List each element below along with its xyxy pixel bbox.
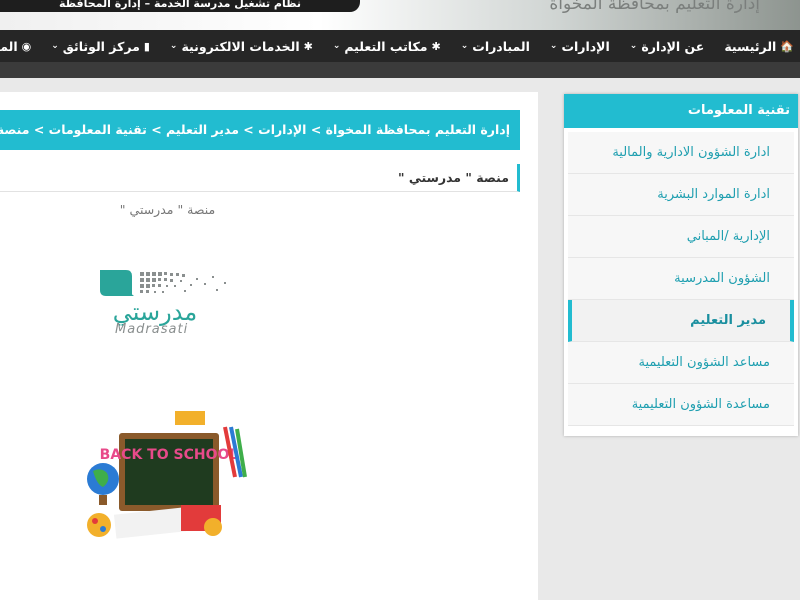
sidebar: تقنية المعلومات ادارة الشؤون الادارية وا… bbox=[564, 94, 798, 436]
gear-icon: ✱ bbox=[431, 39, 441, 53]
chevron-down-icon: ⌄ bbox=[460, 41, 469, 51]
gear-icon: ✱ bbox=[303, 39, 313, 53]
nav-item-label: مركز الوثائق bbox=[62, 38, 140, 54]
nav-item-label: المبادرات bbox=[472, 38, 530, 54]
back-to-school-illustration: BACK TO SCHOOL bbox=[85, 407, 250, 547]
nav-item-label: عن الإدارة bbox=[641, 38, 705, 54]
sidebar-item-4[interactable]: مدير التعليم bbox=[568, 300, 794, 342]
nav-item-label: مكاتب التعليم bbox=[344, 38, 428, 54]
nav-item-7[interactable]: ◉المـ bbox=[0, 39, 31, 54]
nav-item-0[interactable]: 🏠 الرئيسية bbox=[724, 39, 794, 54]
chevron-down-icon: ⌄ bbox=[629, 41, 638, 51]
nav-item-5[interactable]: ✱ الخدمات الالكترونية ⌄ bbox=[170, 39, 313, 54]
site-header: نظام تشغيل مدرسة الخدمة – إدارة المحافظة… bbox=[0, 0, 800, 30]
eye-icon: ◉ bbox=[21, 39, 32, 53]
navbar-shadow-stripe bbox=[0, 62, 800, 78]
chevron-down-icon: ⌄ bbox=[51, 41, 59, 51]
nav-item-2[interactable]: الإدارات ⌄ bbox=[550, 39, 610, 54]
madrasati-logo-subtext: Madrasati bbox=[115, 322, 189, 337]
sidebar-item-1[interactable]: ادارة الموارد البشرية bbox=[568, 174, 794, 216]
main-content: إدارة التعليم بمحافظة المخواة > الإدارات… bbox=[0, 92, 538, 600]
nav-item-4[interactable]: ✱ مكاتب التعليم ⌄ bbox=[333, 39, 441, 54]
sidebar-item-6[interactable]: مساعدة الشؤون التعليمية bbox=[568, 384, 794, 426]
chevron-down-icon: ⌄ bbox=[332, 41, 341, 51]
home-icon: 🏠 bbox=[780, 39, 794, 53]
sidebar-item-2[interactable]: الإدارية /المباني bbox=[568, 216, 794, 258]
nav-item-3[interactable]: المبادرات ⌄ bbox=[461, 39, 530, 54]
page-title: منصة " مدرستي " bbox=[0, 164, 520, 192]
nav-item-label: الرئيسية bbox=[724, 38, 777, 54]
illustration-text: BACK TO SCHOOL bbox=[100, 447, 239, 463]
breadcrumb[interactable]: إدارة التعليم بمحافظة المخواة > الإدارات… bbox=[0, 110, 520, 150]
nav-item-6[interactable]: ▮ مركز الوثائق ⌄ bbox=[51, 39, 150, 54]
header-banner-left: نظام تشغيل مدرسة الخدمة – إدارة المحافظة bbox=[0, 0, 360, 12]
main-navbar: 🏠 الرئيسية عن الإدارة ⌄ الإدارات ⌄ المبادرات ⌄ ✱… bbox=[0, 30, 800, 62]
madrasati-logo-mark bbox=[100, 270, 226, 296]
content-subtitle: منصة " مدرستي " bbox=[119, 202, 216, 217]
sidebar-title: تقنية المعلومات bbox=[564, 94, 798, 128]
chevron-down-icon: ⌄ bbox=[169, 41, 178, 51]
nav-item-label: الخدمات الالكترونية bbox=[181, 38, 300, 54]
nav-item-label: المـ bbox=[0, 38, 18, 54]
sidebar-item-0[interactable]: ادارة الشؤون الادارية والمالية bbox=[568, 132, 794, 174]
nav-item-1[interactable]: عن الإدارة ⌄ bbox=[630, 39, 705, 54]
nav-item-label: الإدارات bbox=[561, 38, 610, 54]
sidebar-item-5[interactable]: مساعد الشؤون التعليمية bbox=[568, 342, 794, 384]
sidebar-item-3[interactable]: الشؤون المدرسية bbox=[568, 258, 794, 300]
madrasati-logo: مدرستي Madrasati bbox=[100, 270, 235, 340]
header-site-title: إدارة التعليم بمحافظة المخواة bbox=[549, 0, 760, 14]
document-icon: ▮ bbox=[143, 39, 150, 53]
chevron-down-icon: ⌄ bbox=[549, 41, 558, 51]
sidebar-list: ادارة الشؤون الادارية والمالية ادارة المو… bbox=[568, 132, 794, 426]
